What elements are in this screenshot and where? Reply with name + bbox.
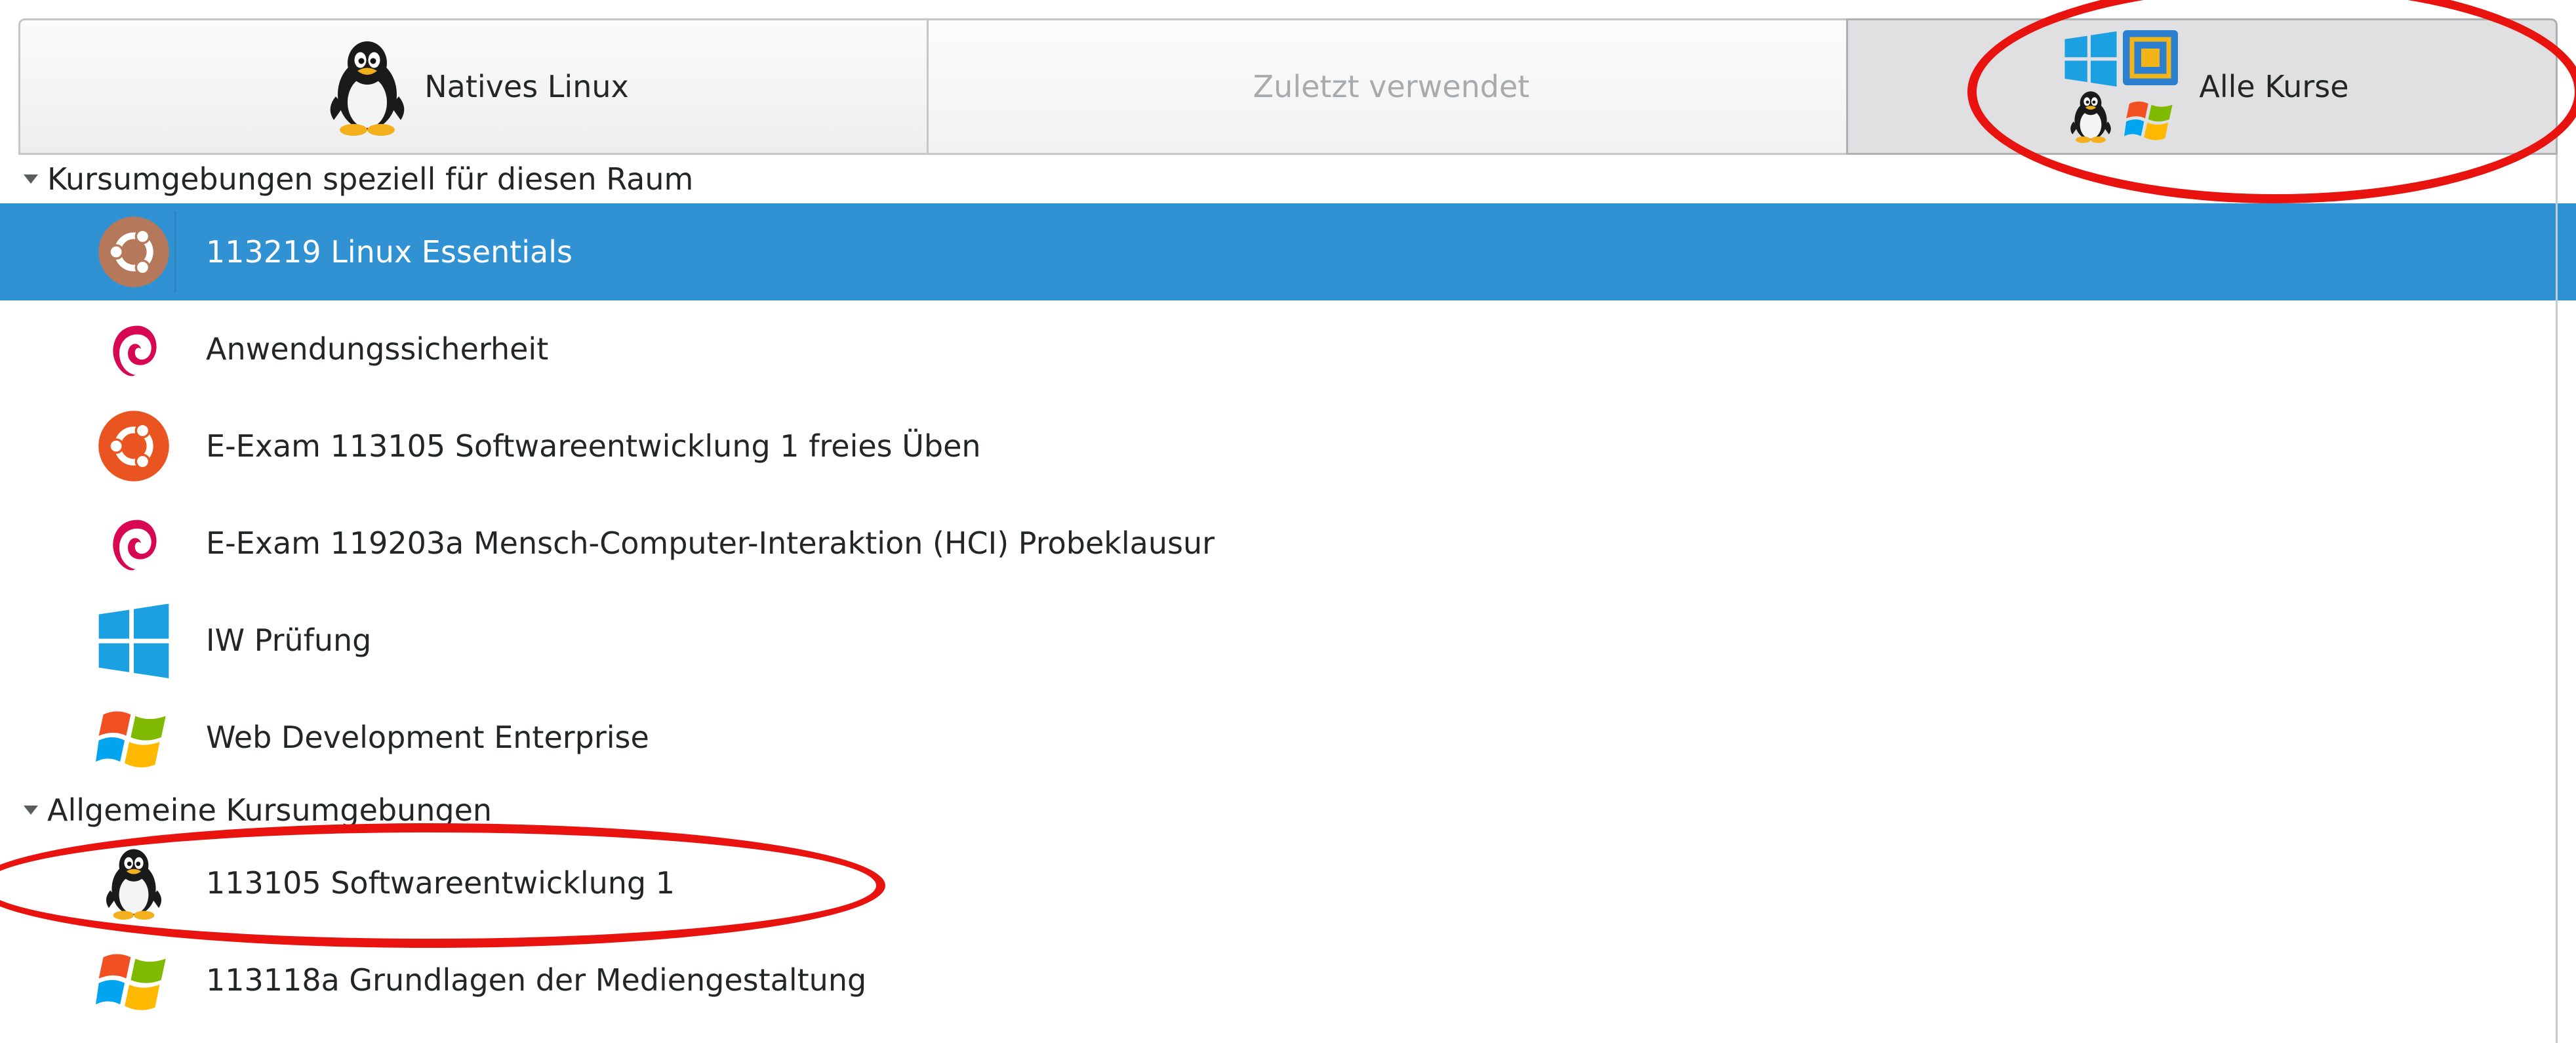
tab-recently-used[interactable]: Zuletzt verwendet [927,18,1848,155]
list-item[interactable]: 113105 Softwareentwicklung 1 [0,834,2576,931]
list-item-label: Anwendungssicherheit [206,331,549,367]
list-item-label: IW Prüfung [206,623,372,658]
group-title: Allgemeine Kursumgebungen [47,792,493,828]
list-item[interactable]: IW Prüfung [0,592,2576,689]
list-item-label: 113219 Linux Essentials [206,234,573,270]
list-item[interactable]: E-Exam 113105 Softwareentwicklung 1 frei… [0,398,2576,495]
tab-all-courses-label: Alle Kurse [2199,69,2349,104]
tab-recently-used-label: Zuletzt verwendet [1253,69,1530,104]
scrollbar-track[interactable] [2556,155,2558,1043]
collapse-arrow-icon[interactable] [24,806,38,815]
tab-all-courses[interactable]: Alle Kurse [1846,18,2558,155]
list-item-label: E-Exam 119203a Mensch-Computer-Interakti… [206,525,1215,561]
course-list: Kursumgebungen speziell für diesen Raum … [0,155,2576,1029]
list-item[interactable]: Anwendungssicherheit [0,300,2576,398]
list-item[interactable]: 113219 Linux Essentials [0,203,2576,300]
list-item-label: E-Exam 113105 Softwareentwicklung 1 frei… [206,428,981,464]
list-item-label: 113105 Softwareentwicklung 1 [206,865,675,901]
tab-natives-linux[interactable]: Natives Linux [18,18,929,155]
list-item[interactable]: 113118a Grundlagen der Mediengestaltung [0,931,2576,1029]
list-item[interactable]: Web Development Enterprise [0,689,2576,786]
tux-icon [318,37,416,136]
group-header-general-courses[interactable]: Allgemeine Kursumgebungen [0,786,2576,834]
collapse-arrow-icon[interactable] [24,174,38,184]
group-header-room-courses[interactable]: Kursumgebungen speziell für diesen Raum [0,155,2576,203]
windows7-icon [93,697,174,778]
list-item-label: Web Development Enterprise [206,720,649,755]
list-item[interactable]: E-Exam 119203a Mensch-Computer-Interakti… [0,495,2576,592]
windows10-icon [93,600,174,681]
group-title: Kursumgebungen speziell für diesen Raum [47,161,694,197]
windows7-icon [93,939,174,1021]
debian-icon [93,502,174,584]
ubuntu-icon [93,405,174,487]
multi-os-icon [2064,30,2179,143]
debian-icon [93,308,174,390]
tab-natives-linux-label: Natives Linux [424,69,629,104]
course-category-tabs: Natives Linux Zuletzt verwendet Alle Kur… [0,0,2576,155]
ubuntu-icon [93,211,176,293]
tux-icon [93,842,174,924]
list-item-label: 113118a Grundlagen der Mediengestaltung [206,962,867,998]
